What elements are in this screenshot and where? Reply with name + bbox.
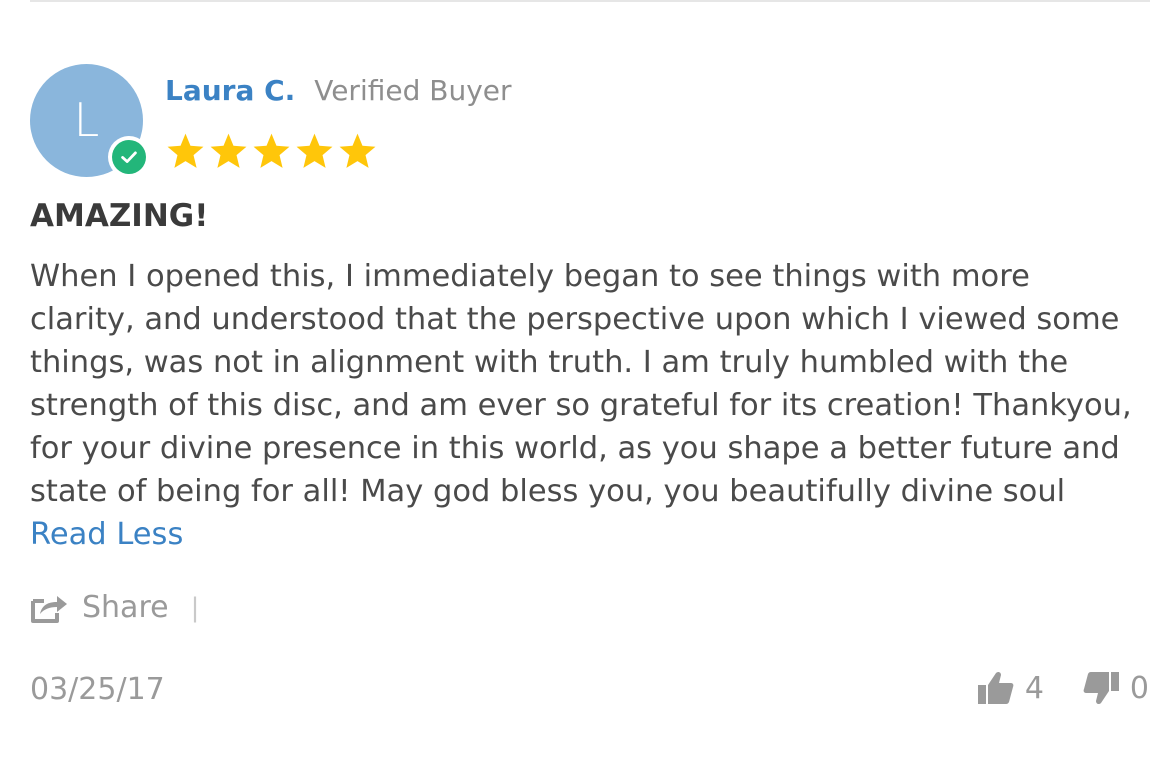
share-separator: | bbox=[190, 592, 200, 623]
avatar-initial: L bbox=[73, 93, 100, 147]
star-rating bbox=[165, 131, 378, 172]
verified-buyer-label: Verified Buyer bbox=[314, 74, 512, 107]
star-icon bbox=[296, 133, 333, 168]
thumbs-up-icon bbox=[977, 671, 1014, 704]
thumbs-up-count: 4 bbox=[1024, 670, 1044, 706]
top-divider bbox=[30, 0, 1150, 2]
star-icon bbox=[253, 133, 290, 168]
review-title: AMAZING! bbox=[30, 198, 209, 234]
share-icon bbox=[31, 595, 67, 623]
review-date: 03/25/17 bbox=[30, 672, 165, 707]
share-button[interactable]: Share | bbox=[30, 590, 199, 625]
star-icon bbox=[167, 133, 204, 168]
review-body: When I opened this, I immediately began … bbox=[30, 255, 1135, 556]
read-less-link[interactable]: Read Less bbox=[30, 517, 183, 552]
verified-check-icon bbox=[108, 136, 150, 178]
review-text: When I opened this, I immediately began … bbox=[30, 259, 1132, 509]
thumbs-up-button[interactable]: 4 bbox=[977, 670, 1044, 706]
share-label: Share bbox=[82, 590, 169, 625]
star-icon bbox=[339, 133, 376, 168]
star-icon bbox=[210, 133, 247, 168]
author-name[interactable]: Laura C. bbox=[165, 74, 295, 107]
thumbs-down-icon bbox=[1083, 672, 1119, 705]
vote-controls: 4 0 bbox=[977, 670, 1149, 706]
thumbs-down-button[interactable]: 0 bbox=[1082, 670, 1149, 706]
review-author: Laura C. Verified Buyer bbox=[165, 74, 512, 107]
thumbs-down-count: 0 bbox=[1129, 670, 1149, 706]
